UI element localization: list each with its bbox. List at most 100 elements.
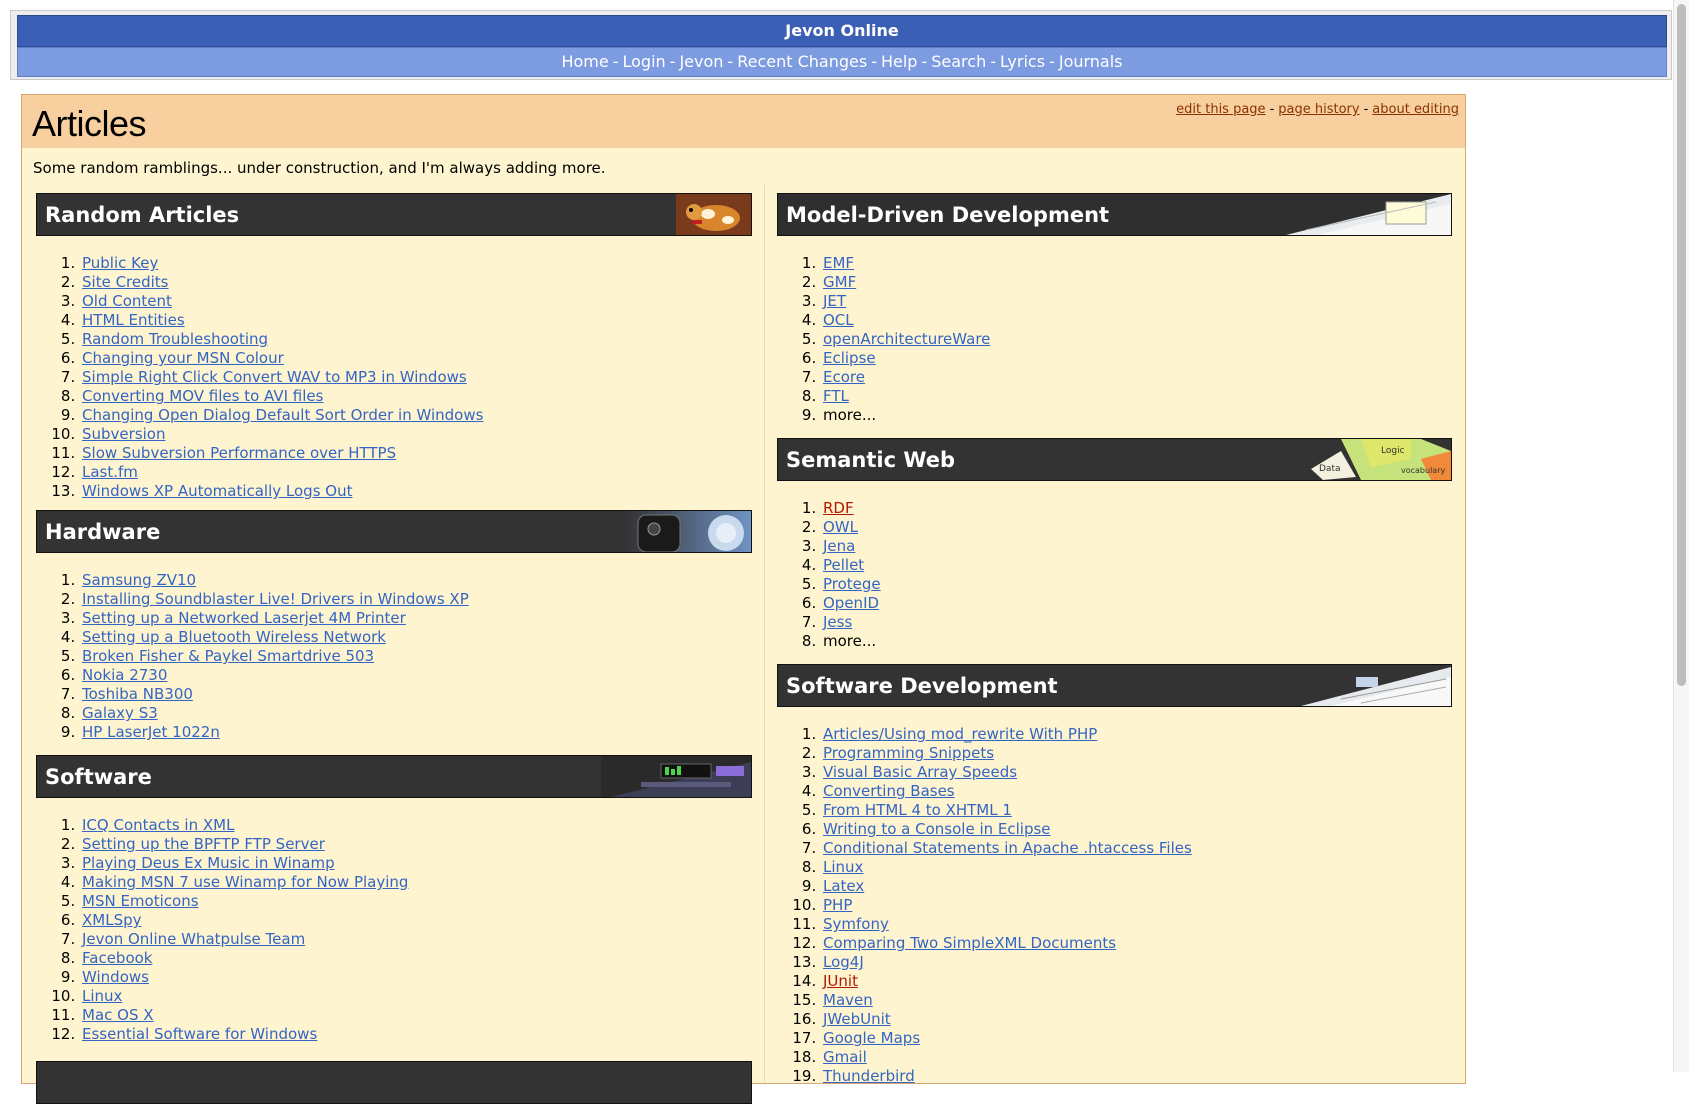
about-editing-link[interactable]: about editing [1372,102,1459,117]
article-link[interactable]: HP LaserJet 1022n [82,723,220,741]
list-item: Jena [821,537,1452,556]
article-link[interactable]: Making MSN 7 use Winamp for Now Playing [82,873,408,891]
image-word-vocabulary: vocabulary [1401,466,1445,475]
article-link[interactable]: Linux [823,858,863,876]
article-link[interactable]: Converting Bases [823,782,955,800]
random-articles-list: Public KeySite CreditsOld ContentHTML En… [36,254,752,501]
article-link[interactable]: Jena [823,537,855,555]
article-link[interactable]: JET [823,292,846,310]
article-link[interactable]: Essential Software for Windows [82,1025,317,1043]
nav-help[interactable]: Help [881,52,917,71]
article-link[interactable]: Pellet [823,556,864,574]
list-item: Essential Software for Windows [80,1025,752,1044]
article-link[interactable]: Broken Fisher & Paykel Smartdrive 503 [82,647,374,665]
winamp-image [601,756,751,797]
list-item: MSN Emoticons [80,892,752,911]
article-link[interactable]: Mac OS X [82,1006,154,1024]
article-link[interactable]: Setting up a Bluetooth Wireless Network [82,628,386,646]
article-link[interactable]: OpenID [823,594,879,612]
nav-lyrics[interactable]: Lyrics [1000,52,1045,71]
article-link[interactable]: openArchitectureWare [823,330,990,348]
article-link[interactable]: Playing Deus Ex Music in Winamp [82,854,335,872]
article-link[interactable]: EMF [823,254,854,272]
article-link[interactable]: OCL [823,311,854,329]
article-link[interactable]: GMF [823,273,856,291]
editor-screenshot-image [1301,667,1451,706]
list-item: Writing to a Console in Eclipse [821,820,1452,839]
article-link[interactable]: Programming Snippets [823,744,994,762]
article-link[interactable]: Random Troubleshooting [82,330,268,348]
article-link[interactable]: Ecore [823,368,865,386]
article-link[interactable]: Visual Basic Array Speeds [823,763,1017,781]
article-link[interactable]: Simple Right Click Convert WAV to MP3 in… [82,368,467,386]
article-link[interactable]: OWL [823,518,858,536]
article-link[interactable]: Old Content [82,292,172,310]
page-history-link[interactable]: page history [1278,102,1359,117]
article-link[interactable]: HTML Entities [82,311,185,329]
edit-page-link[interactable]: edit this page [1176,102,1265,117]
article-link[interactable]: Protege [823,575,881,593]
article-link[interactable]: JUnit [823,972,858,990]
article-link[interactable]: Facebook [82,949,152,967]
phone-image [626,511,751,552]
article-link[interactable]: Changing Open Dialog Default Sort Order … [82,406,483,424]
article-link[interactable]: MSN Emoticons [82,892,199,910]
article-link[interactable]: Jevon Online Whatpulse Team [82,930,305,948]
article-link[interactable]: Installing Soundblaster Live! Drivers in… [82,590,469,608]
article-link[interactable]: Maven [823,991,873,1009]
article-link[interactable]: Windows XP Automatically Logs Out [82,482,352,500]
article-link[interactable]: JWebUnit [823,1010,891,1028]
nav-recent-changes[interactable]: Recent Changes [737,52,867,71]
article-link[interactable]: Windows [82,968,149,986]
article-link[interactable]: From HTML 4 to XHTML 1 [823,801,1012,819]
nav-search[interactable]: Search [931,52,986,71]
article-link[interactable]: Public Key [82,254,158,272]
article-link[interactable]: Converting MOV files to AVI files [82,387,323,405]
article-link[interactable]: Changing your MSN Colour [82,349,284,367]
article-link[interactable]: Slow Subversion Performance over HTTPS [82,444,396,462]
article-link[interactable]: FTL [823,387,849,405]
article-link[interactable]: Latex [823,877,864,895]
article-link[interactable]: Google Maps [823,1029,920,1047]
article-link[interactable]: Last.fm [82,463,138,481]
article-link[interactable]: Eclipse [823,349,876,367]
more-text: more... [823,632,877,650]
list-item: JWebUnit [821,1010,1452,1029]
article-link[interactable]: XMLSpy [82,911,142,929]
more-text: more... [823,406,877,424]
article-link[interactable]: Articles/Using mod_rewrite With PHP [823,725,1097,743]
article-link[interactable]: Gmail [823,1048,867,1066]
article-link[interactable]: Conditional Statements in Apache .htacce… [823,839,1192,857]
article-link[interactable]: Symfony [823,915,889,933]
article-link[interactable]: Toshiba NB300 [82,685,193,703]
list-item: Setting up the BPFTP FTP Server [80,835,752,854]
nav-journals[interactable]: Journals [1059,52,1123,71]
nav-separator: - [871,52,877,71]
page-scrollbar[interactable] [1673,0,1689,1072]
article-link[interactable]: PHP [823,896,852,914]
article-link[interactable]: Writing to a Console in Eclipse [823,820,1051,838]
list-item: Random Troubleshooting [80,330,752,349]
article-link[interactable]: Log4J [823,953,864,971]
article-link[interactable]: Thunderbird [823,1067,915,1085]
article-link[interactable]: Jess [823,613,852,631]
nav-jevon[interactable]: Jevon [679,52,723,71]
article-link[interactable]: Comparing Two SimpleXML Documents [823,934,1116,952]
list-item: more... [821,406,1452,425]
article-link[interactable]: Nokia 2730 [82,666,167,684]
scrollbar-thumb[interactable] [1677,4,1686,686]
nav-home[interactable]: Home [561,52,608,71]
list-item: Conditional Statements in Apache .htacce… [821,839,1452,858]
article-link[interactable]: Galaxy S3 [82,704,158,722]
nav-login[interactable]: Login [623,52,666,71]
article-link[interactable]: Subversion [82,425,166,443]
article-link[interactable]: Samsung ZV10 [82,571,196,589]
article-link[interactable]: ICQ Contacts in XML [82,816,234,834]
article-link[interactable]: Site Credits [82,273,169,291]
article-link[interactable]: Linux [82,987,122,1005]
article-link[interactable]: Setting up the BPFTP FTP Server [82,835,325,853]
column-divider [764,185,765,1085]
article-link[interactable]: RDF [823,499,854,517]
hardware-list: Samsung ZV10Installing Soundblaster Live… [36,571,752,742]
article-link[interactable]: Setting up a Networked Laserjet 4M Print… [82,609,406,627]
